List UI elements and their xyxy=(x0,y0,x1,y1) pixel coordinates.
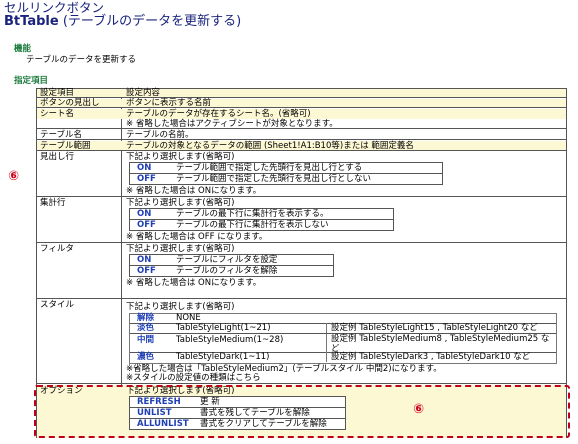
option-key: 淡色 xyxy=(137,323,155,333)
page-title: セルリンクボタン xyxy=(4,0,105,15)
option-desc: TableStyleLight(1~21) xyxy=(176,323,271,333)
option-key: ON xyxy=(137,209,152,219)
option-example: 設定例 TableStyleLight15 , TableStyleLight2… xyxy=(326,323,538,333)
option-desc: テーブルの最下行に集計行を表示する。 xyxy=(176,209,329,219)
option-row: 淡色 TableStyleLight(1~21) 設定例 TableStyleL… xyxy=(130,323,556,334)
row-table-range: テーブル範囲 テーブルの対象となるデータの範囲 (Sheet1!A1:B10等)… xyxy=(37,141,566,151)
header-row-options: ON テーブル範囲で指定した先頭行を見出し行とする OFF テーブル範囲で指定し… xyxy=(129,162,443,185)
row-desc: テーブルの対象となるデータの範囲 (Sheet1!A1:B10等)または 範囲定… xyxy=(126,141,414,151)
option-key: 濃色 xyxy=(137,352,155,362)
option-desc: テーブルの最下行に集計行を表示しない xyxy=(176,220,329,230)
option-row: OFF テーブルの最下行に集計行を表示しない xyxy=(130,220,393,231)
marker-right: ⑥ xyxy=(413,402,425,417)
option-desc: テーブルのフィルタを解除 xyxy=(176,266,278,276)
option-key: ON xyxy=(137,163,152,173)
row-filter: フィルタ 下記より選択します(省略可) ON テーブルにフィルタを設定 OFF … xyxy=(37,244,566,299)
page-subtitle: BtTable (テーブルのデータを更新する) xyxy=(4,14,241,29)
option-example: 設定例 TableStyleMedium8 , TableStyleMedium… xyxy=(326,334,550,354)
row-name: シート名 xyxy=(40,109,75,119)
row-header-row: 見出し行 下記より選択します(省略可) ON テーブル範囲で指定した先頭行を見出… xyxy=(37,152,566,197)
option-key: 中間 xyxy=(137,335,155,345)
row-note: ※ 省略した場合は OFF になります。 xyxy=(126,232,268,242)
row-name: スタイル xyxy=(40,300,75,310)
option-desc: テーブル範囲で指定した先頭行を見出し行とする xyxy=(176,163,363,173)
row-note: ※ 省略した場合は ONになります。 xyxy=(126,278,262,288)
row-sheet-name: シート名 テーブルのデータが存在するシート名。(省略可) ※ 省略した場合はアク… xyxy=(37,109,566,129)
filter-options: ON テーブルにフィルタを設定 OFF テーブルのフィルタを解除 xyxy=(129,254,334,277)
option-key: OFF xyxy=(137,266,156,276)
row-name: フィルタ xyxy=(40,244,74,254)
option-desc: NONE xyxy=(176,313,201,323)
option-row: OFF テーブル範囲で指定した先頭行を見出し行としない xyxy=(130,174,442,185)
function-description: テーブルのデータを更新する xyxy=(26,55,136,65)
option-desc: テーブルにフィルタを設定 xyxy=(176,255,278,265)
option-row: ON テーブルの最下行に集計行を表示する。 xyxy=(130,209,393,220)
row-desc: ボタンに表示する名前 xyxy=(126,98,212,108)
row-intro: 下記より選択します(省略可) xyxy=(126,152,235,162)
option-key: OFF xyxy=(137,174,156,184)
row-name: 集計行 xyxy=(40,198,66,208)
row-name: テーブル名 xyxy=(40,130,82,140)
row-intro: 下記より選択します(省略可) xyxy=(126,198,235,208)
option-row: ON テーブルにフィルタを設定 xyxy=(130,255,333,266)
total-row-options: ON テーブルの最下行に集計行を表示する。 OFF テーブルの最下行に集計行を表… xyxy=(129,208,394,231)
row-button-label: ボタンの見出し ボタンに表示する名前 xyxy=(37,98,566,108)
marker-left: ⑥ xyxy=(8,169,20,184)
spec-heading: 指定項目 xyxy=(14,76,49,86)
header-item: 設定項目 xyxy=(40,88,75,98)
option-example: 設定例 TableStyleDark3 , TableStyleDark10 な… xyxy=(326,352,530,362)
row-name: テーブル範囲 xyxy=(40,141,91,151)
option-row: ON テーブル範囲で指定した先頭行を見出し行とする xyxy=(130,163,442,174)
row-note: ※ 省略した場合はアクティブシートが対象となります。 xyxy=(126,119,338,129)
row-total-row: 集計行 下記より選択します(省略可) ON テーブルの最下行に集計行を表示する。… xyxy=(37,198,566,243)
table-header: 設定項目 設定内容 xyxy=(37,88,566,98)
row-name: ボタンの見出し xyxy=(40,98,100,108)
row-table-name: テーブル名 テーブルの名前。 xyxy=(37,130,566,140)
style-options: 解除 NONE 淡色 TableStyleLight(1~21) 設定例 Tab… xyxy=(129,313,557,364)
option-desc: TableStyleMedium(1~28) xyxy=(176,335,284,345)
row-desc: テーブルのデータが存在するシート名。(省略可) xyxy=(126,109,311,119)
highlight-box xyxy=(34,385,570,438)
option-row: 中間 TableStyleMedium(1~28) 設定例 TableStyle… xyxy=(130,334,556,354)
option-row: OFF テーブルのフィルタを解除 xyxy=(130,266,333,277)
row-name: 見出し行 xyxy=(40,152,75,162)
option-key: ON xyxy=(137,255,152,265)
row-note: ※ 省略した場合は ONになります。 xyxy=(126,186,262,196)
row-intro: 下記より選択します(省略可) xyxy=(126,244,235,254)
option-row: 濃色 TableStyleDark(1~11) 設定例 TableStyleDa… xyxy=(130,352,556,363)
subtitle-command: BtTable xyxy=(4,14,59,29)
option-example-line1: 設定例 TableStyleMedium8 , TableStyleMedium… xyxy=(331,334,550,344)
row-style: スタイル 下記より選択します(省略可) 解除 NONE 淡色 TableStyl… xyxy=(37,300,566,384)
style-values-link[interactable]: ※スタイルの設定値の種類はこちら xyxy=(126,373,261,383)
subtitle-description: (テーブルのデータを更新する) xyxy=(62,14,242,29)
option-desc: TableStyleDark(1~11) xyxy=(176,352,270,362)
option-key: 解除 xyxy=(137,313,155,323)
function-heading: 機能 xyxy=(14,44,32,54)
option-desc: テーブル範囲で指定した先頭行を見出し行としない xyxy=(176,174,371,184)
row-desc: テーブルの名前。 xyxy=(126,130,194,140)
header-content: 設定内容 xyxy=(126,88,161,98)
option-key: OFF xyxy=(137,220,156,230)
row-intro: 下記より選択します(省略可) xyxy=(126,302,235,312)
